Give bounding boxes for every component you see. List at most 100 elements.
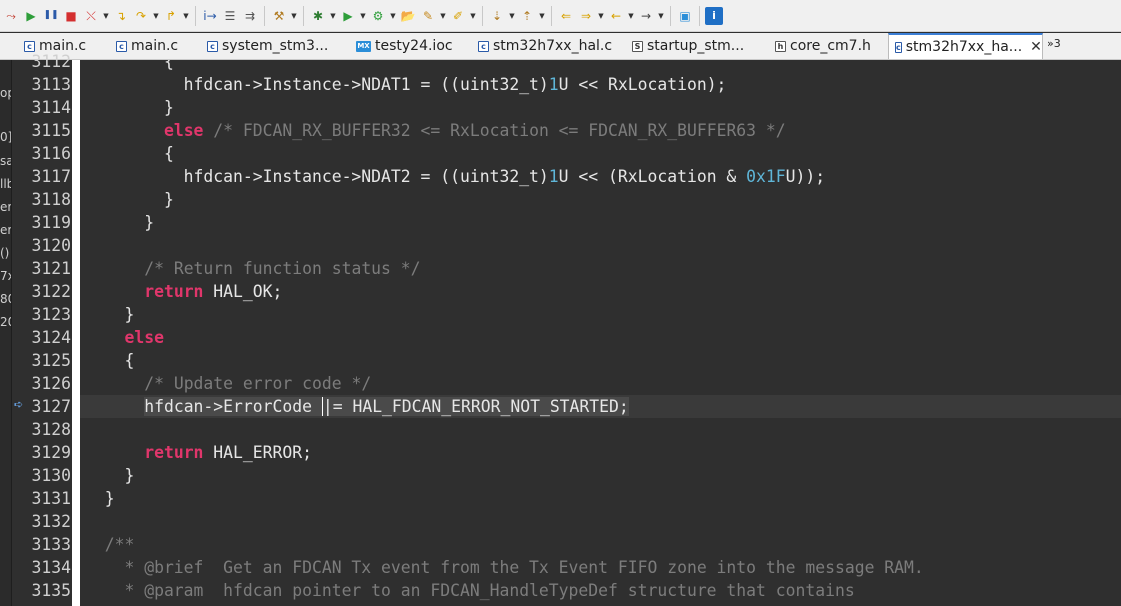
tab-startup-stm-[interactable]: Sstartup_stm... (632, 33, 744, 59)
code-line[interactable]: * @param hfdcan pointer to an FDCAN_Hand… (80, 579, 1121, 602)
instruction-stepping-icon[interactable]: i→ (201, 7, 219, 25)
code-line[interactable]: { (80, 349, 1121, 372)
code-line[interactable]: hfdcan->Instance->NDAT1 = ((uint32_t)1U … (80, 73, 1121, 96)
line-number: 3132 (31, 512, 71, 531)
dropdown-arrow-icon[interactable]: ▼ (152, 12, 160, 20)
side-panel-text: 7x (0, 269, 11, 283)
open-perspective-icon[interactable]: ▣ (676, 7, 694, 25)
line-number: 3126 (31, 374, 71, 393)
back-icon[interactable]: ← (607, 7, 625, 25)
current-instruction-marker-icon: ➪ (14, 398, 24, 411)
tab-testy24-ioc[interactable]: MX testy24.ioc (356, 33, 453, 59)
info-icon[interactable]: i (705, 6, 723, 25)
line-number: 3130 (31, 466, 71, 485)
code-line[interactable]: * @brief Get an FDCAN Tx event from the … (80, 556, 1121, 579)
code-line[interactable]: { (80, 142, 1121, 165)
side-panel-text: op (0, 86, 11, 100)
tab-stm32h7xx-hal-c[interactable]: c stm32h7xx_hal.c (478, 33, 612, 59)
code-editor[interactable]: { hfdcan->Instance->NDAT1 = ((uint32_t)1… (80, 60, 1121, 606)
code-line[interactable]: return HAL_OK; (80, 280, 1121, 303)
run-icon[interactable]: ▶ (339, 7, 357, 25)
assembly-file-icon: S (632, 40, 643, 52)
skip-breakpoints-icon[interactable]: ⤳ (2, 7, 20, 25)
dropdown-arrow-icon[interactable]: ▼ (657, 12, 665, 20)
tab-main-c[interactable]: c main.c (116, 33, 178, 59)
code-token: /* Return function status */ (144, 259, 421, 278)
code-line[interactable]: else /* FDCAN_RX_BUFFER32 <= RxLocation … (80, 119, 1121, 142)
line-number: 3121 (31, 259, 71, 278)
toolbar-separator (482, 5, 483, 26)
terminate-icon[interactable]: ■ (62, 7, 80, 25)
suspend-icon[interactable]: ❚❚ (42, 7, 60, 25)
dropdown-arrow-icon[interactable]: ▼ (469, 12, 477, 20)
code-line[interactable]: /* Update error code */ (80, 372, 1121, 395)
last-edit-icon[interactable]: ⇐ (557, 7, 575, 25)
code-token: 0x1F (746, 167, 786, 186)
line-number: 3119 (31, 213, 71, 232)
step-over-icon[interactable]: ↷ (132, 7, 150, 25)
forward-icon[interactable]: → (637, 7, 655, 25)
brush-icon[interactable]: ✎ (419, 7, 437, 25)
resume-icon[interactable]: ▶ (22, 7, 40, 25)
close-tab-icon[interactable]: ✕ (1030, 39, 1042, 55)
code-token: /* FDCAN_RX_BUFFER32 <= RxLocation <= FD… (203, 121, 786, 140)
code-line[interactable] (80, 234, 1121, 257)
dropdown-arrow-icon[interactable]: ▼ (627, 12, 635, 20)
dropdown-arrow-icon[interactable]: ▼ (102, 12, 110, 20)
dropdown-arrow-icon[interactable]: ▼ (538, 12, 546, 20)
build-icon[interactable]: ⚒ (270, 7, 288, 25)
tab-label: testy24.ioc (375, 38, 453, 54)
code-line[interactable]: } (80, 303, 1121, 326)
code-token: else (124, 328, 164, 347)
side-panel-text: er (0, 200, 12, 214)
dropdown-arrow-icon[interactable]: ▼ (329, 12, 337, 20)
dropdown-arrow-icon[interactable]: ▼ (508, 12, 516, 20)
step-into-icon[interactable]: ↴ (112, 7, 130, 25)
code-line[interactable]: } (80, 487, 1121, 510)
code-line[interactable]: } (80, 211, 1121, 234)
code-line[interactable]: } (80, 464, 1121, 487)
previous-annotation-icon[interactable]: ⇡ (518, 7, 536, 25)
tab-system-stm3-[interactable]: c system_stm3... (207, 33, 328, 59)
tab-overflow-button[interactable]: »3 (1047, 37, 1061, 50)
dropdown-arrow-icon[interactable]: ▼ (597, 12, 605, 20)
code-line[interactable]: return HAL_ERROR; (80, 441, 1121, 464)
toolbar-separator (699, 5, 700, 26)
line-number: 3120 (31, 236, 71, 255)
drop-to-frame-icon[interactable]: ☰ (221, 7, 239, 25)
open-folder-icon[interactable]: 📂 (399, 7, 417, 25)
code-line[interactable]: /* Return function status */ (80, 257, 1121, 280)
toggle-annotation-icon[interactable]: ⇣ (488, 7, 506, 25)
side-panel-text: 80 (0, 292, 11, 306)
code-line[interactable]: } (80, 96, 1121, 119)
dropdown-arrow-icon[interactable]: ▼ (290, 12, 298, 20)
code-line[interactable]: else (80, 326, 1121, 349)
code-line[interactable] (80, 418, 1121, 441)
code-token: 1 (548, 167, 559, 186)
line-number: 3112 (31, 52, 71, 71)
tab-stm32h7xx-ha-[interactable]: c stm32h7xx_ha... ✕ (888, 33, 1043, 59)
dropdown-arrow-icon[interactable]: ▼ (359, 12, 367, 20)
code-token: * @brief Get an FDCAN Tx event from the … (85, 558, 924, 577)
code-line[interactable]: { (80, 60, 1121, 73)
tab-core-cm7-h[interactable]: h core_cm7.h (775, 33, 871, 59)
external-tools-icon[interactable]: ⚙ (369, 7, 387, 25)
step-return-icon[interactable]: ↱ (162, 7, 180, 25)
code-line[interactable] (80, 510, 1121, 533)
disconnect-icon[interactable]: ⤬ (82, 7, 100, 25)
dropdown-arrow-icon[interactable]: ▼ (389, 12, 397, 20)
code-line[interactable]: } (80, 188, 1121, 211)
side-panel-text: er (0, 223, 12, 237)
code-line[interactable]: hfdcan->Instance->NDAT2 = ((uint32_t)1U … (80, 165, 1121, 188)
code-line[interactable]: /** (80, 533, 1121, 556)
use-step-filters-icon[interactable]: ⇉ (241, 7, 259, 25)
side-panel-text: 20 (0, 315, 11, 329)
debug-icon[interactable]: ✱ (309, 7, 327, 25)
mark-occurrences-icon[interactable]: ✐ (449, 7, 467, 25)
code-line[interactable]: hfdcan->ErrorCode |= HAL_FDCAN_ERROR_NOT… (80, 395, 1121, 418)
dropdown-arrow-icon[interactable]: ▼ (182, 12, 190, 20)
forward-edit-icon[interactable]: ⇒ (577, 7, 595, 25)
dropdown-arrow-icon[interactable]: ▼ (439, 12, 447, 20)
